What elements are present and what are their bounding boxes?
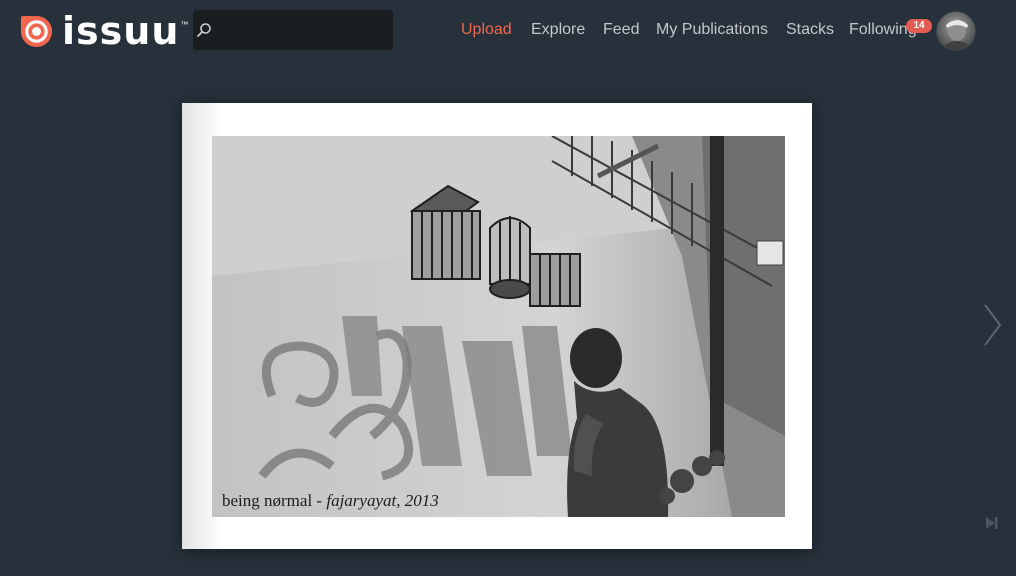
caption-title: being nørmal -: [222, 491, 327, 510]
search-icon: [197, 23, 211, 37]
nav-explore[interactable]: Explore: [531, 20, 585, 40]
chevron-right-icon[interactable]: [978, 300, 1008, 350]
photo-artwork: [212, 136, 785, 517]
last-page-icon[interactable]: [985, 515, 999, 531]
logo-trademark: ™: [180, 20, 189, 29]
logo-wordmark: issuu: [62, 9, 180, 53]
nav-feed[interactable]: Feed: [603, 20, 639, 40]
caption-credit: fajaryayat, 2013: [326, 491, 439, 510]
publication-page[interactable]: being nørmal - fajaryayat, 2013: [182, 103, 812, 549]
nav-upload[interactable]: Upload: [461, 20, 512, 40]
nav-my-publications[interactable]: My Publications: [656, 20, 768, 40]
search-box[interactable]: [193, 10, 393, 50]
photo-caption: being nørmal - fajaryayat, 2013: [222, 491, 439, 511]
top-bar: issuu ™ Upload Explore Feed My Publicati…: [0, 0, 1016, 62]
following-count-badge: 14: [906, 19, 932, 33]
search-input[interactable]: [215, 10, 389, 50]
avatar-photo: [943, 20, 971, 50]
avatar[interactable]: [936, 11, 976, 51]
nav-stacks[interactable]: Stacks: [786, 20, 834, 40]
issuu-logo-icon: [20, 15, 53, 47]
page-photo: being nørmal - fajaryayat, 2013: [212, 136, 785, 517]
issuu-logo[interactable]: issuu ™: [19, 9, 189, 53]
